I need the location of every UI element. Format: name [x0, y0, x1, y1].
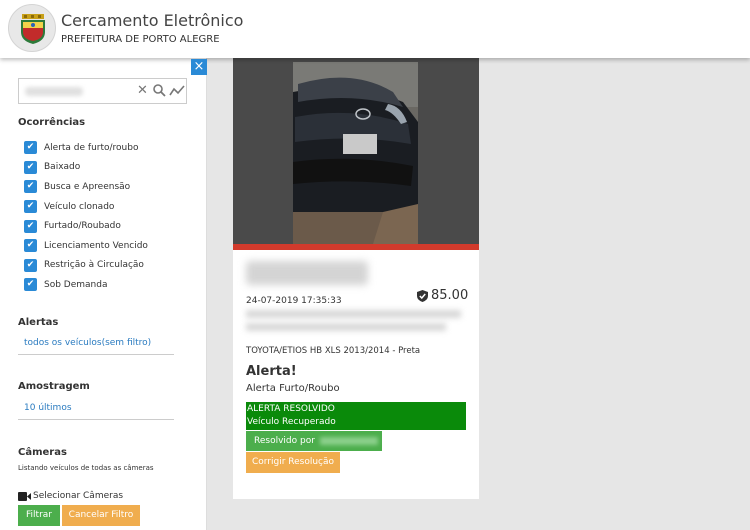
filter-sidebar: ✕ Ocorrências ✔ Alerta de furto/roubo ✔ … — [0, 58, 207, 530]
resolved-status: ALERTA RESOLVIDO — [247, 404, 335, 414]
cameras-title: Câmeras — [18, 447, 67, 458]
occurrence-item[interactable]: ✔ Restrição à Circulação — [24, 256, 148, 276]
occurrence-item[interactable]: ✔ Licenciamento Vencido — [24, 236, 148, 256]
resolved-reason: Veículo Recuperado — [247, 417, 336, 427]
checkbox-checked-icon[interactable]: ✔ — [24, 258, 37, 272]
photo-area — [233, 58, 479, 244]
search-input[interactable] — [23, 83, 135, 99]
correct-resolution-button[interactable]: Corrigir Resolução — [246, 452, 340, 473]
checkbox-checked-icon[interactable]: ✔ — [24, 180, 37, 194]
location-redacted — [246, 323, 446, 331]
occurrences-list: ✔ Alerta de furto/roubo ✔ Baixado ✔ Busc… — [24, 138, 148, 295]
checkbox-checked-icon[interactable]: ✔ — [24, 219, 37, 233]
close-sidebar-button[interactable]: × — [191, 59, 207, 75]
occurrence-item[interactable]: ✔ Baixado — [24, 158, 148, 178]
occurrence-label: Veículo clonado — [44, 201, 115, 212]
app-subtitle: PREFEITURA DE PORTO ALEGRE — [61, 34, 220, 45]
occurrence-label: Busca e Apreensão — [44, 181, 131, 192]
app-header: Cercamento Eletrônico PREFEITURA DE PORT… — [0, 0, 750, 58]
city-logo — [8, 4, 56, 52]
occurrence-label: Sob Demanda — [44, 279, 108, 290]
select-cameras-link[interactable]: Selecionar Câmeras — [18, 491, 123, 501]
score-value: 85.00 — [431, 288, 469, 303]
vehicle-photo[interactable] — [293, 62, 418, 244]
divider — [18, 419, 174, 420]
vehicle-alert-card: 24-07-2019 17:35:33 85.00 TOYOTA/ETIOS H… — [233, 58, 479, 499]
trend-icon[interactable] — [169, 84, 185, 101]
select-cameras-label: Selecionar Câmeras — [33, 491, 124, 501]
search-icon[interactable] — [153, 84, 166, 101]
vehicle-description: TOYOTA/ETIOS HB XLS 2013/2014 - Preta — [246, 346, 421, 356]
shield-check-icon — [417, 289, 428, 302]
alert-type: Alerta Furto/Roubo — [246, 383, 340, 394]
checkbox-checked-icon[interactable]: ✔ — [24, 160, 37, 174]
clear-icon[interactable]: ✕ — [137, 84, 148, 98]
confidence-score: 85.00 — [417, 288, 468, 303]
occurrence-item[interactable]: ✔ Sob Demanda — [24, 275, 148, 295]
checkbox-checked-icon[interactable]: ✔ — [24, 278, 37, 292]
app-title: Cercamento Eletrônico — [61, 11, 244, 30]
occurrence-item[interactable]: ✔ Alerta de furto/roubo — [24, 138, 148, 158]
cancel-filter-button[interactable]: Cancelar Filtro — [62, 505, 140, 526]
license-plate-redacted — [246, 261, 368, 285]
cameras-note: Listando veículos de todas as câmeras — [18, 464, 154, 472]
occurrence-item[interactable]: ✔ Veículo clonado — [24, 197, 148, 217]
city-coat-of-arms-icon — [21, 14, 45, 44]
occurrence-item[interactable]: ✔ Busca e Apreensão — [24, 177, 148, 197]
resolved-by-badge: Resolvido por — [246, 431, 382, 451]
occurrence-label: Restrição à Circulação — [44, 260, 144, 271]
sampling-filter-link[interactable]: 10 últimos — [24, 403, 72, 413]
sampling-title: Amostragem — [18, 381, 90, 392]
occurrence-label: Furtado/Roubado — [44, 221, 121, 232]
capture-datetime: 24-07-2019 17:35:33 — [246, 296, 342, 306]
alert-title: Alerta! — [246, 364, 297, 379]
checkbox-checked-icon[interactable]: ✔ — [24, 200, 37, 214]
occurrence-label: Licenciamento Vencido — [44, 240, 148, 251]
occurrences-title: Ocorrências — [18, 117, 86, 128]
location-redacted — [246, 310, 461, 318]
checkbox-checked-icon[interactable]: ✔ — [24, 239, 37, 253]
search-box: ✕ — [18, 78, 187, 104]
occurrence-item[interactable]: ✔ Furtado/Roubado — [24, 216, 148, 236]
checkbox-checked-icon[interactable]: ✔ — [24, 141, 37, 155]
resolved-status-box: ALERTA RESOLVIDO Veículo Recuperado — [246, 402, 466, 430]
alert-color-strip — [233, 244, 479, 250]
close-icon: × — [193, 59, 205, 74]
alerts-title: Alertas — [18, 317, 59, 328]
divider — [18, 354, 174, 355]
alerts-filter-link[interactable]: todos os veículos(sem filtro) — [24, 338, 151, 348]
resolved-by-label: Resolvido por — [254, 436, 315, 446]
filter-button[interactable]: Filtrar — [18, 505, 60, 526]
occurrence-label: Alerta de furto/roubo — [44, 142, 139, 153]
video-camera-icon — [18, 491, 31, 501]
resolver-name-redacted — [319, 436, 378, 445]
occurrence-label: Baixado — [44, 162, 81, 173]
